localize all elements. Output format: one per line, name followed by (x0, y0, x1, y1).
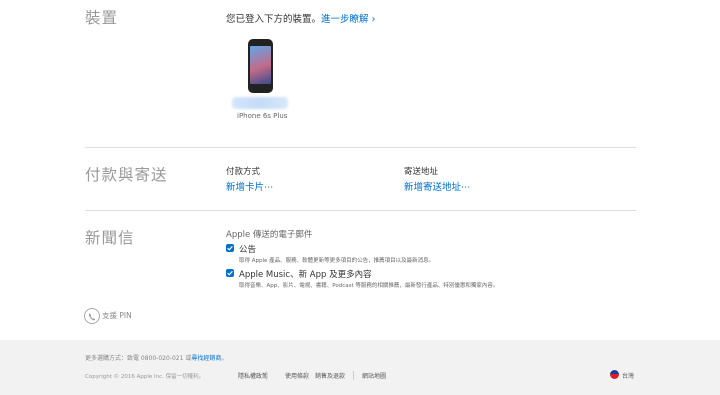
apple-music-desc: 取得音樂、App、影片、電視、書籍、Podcast 等服務的相關推薦，最新發行產… (239, 283, 499, 289)
chevron-right-icon: › (371, 14, 376, 25)
devices-intro: 您已登入下方的裝置。進一步瞭解 › (226, 11, 375, 25)
device-name-blurred (232, 97, 288, 109)
payment-method-label: 付款方式 (226, 167, 261, 177)
shipping-address-label: 寄送地址 (404, 167, 439, 177)
footer-link-privacy[interactable]: 隱私權政策 (238, 371, 268, 380)
find-reseller-link[interactable]: 尋找經銷商 (191, 355, 221, 362)
apple-music-checkbox[interactable] (226, 269, 234, 277)
footer-separator (353, 371, 354, 380)
device-model-label: iPhone 6s Plus (237, 112, 288, 120)
footer-separator (306, 371, 307, 380)
footer-copyright: Copyright © 2016 Apple Inc. 保留一切權利。 (85, 374, 205, 380)
taiwan-flag-icon[interactable] (610, 370, 619, 379)
newsletter-section-title: 新聞信 (85, 229, 135, 247)
devices-intro-text: 您已登入下方的裝置。 (226, 14, 322, 25)
add-address-link[interactable]: 新增寄送地址⋯ (404, 179, 471, 193)
announcements-desc: 取得 Apple 產品、服務、軟體更新等更多項目的公告，推薦項目以及最新消息。 (239, 258, 435, 264)
iphone-device-image[interactable] (248, 39, 273, 93)
support-pin-link[interactable]: 支援 PIN (102, 310, 132, 321)
footer-more-ways: 更多選購方式：致電 0800-020-021 或尋找經銷商。 (85, 355, 228, 362)
add-card-link[interactable]: 新增卡片⋯ (226, 179, 274, 193)
footer (0, 340, 720, 395)
newsletter-heading: Apple 傳送的電子郵件 (226, 230, 313, 240)
divider (85, 210, 636, 211)
devices-section-title: 裝置 (85, 9, 119, 27)
footer-link-sitemap[interactable]: 網站地圖 (362, 371, 386, 380)
divider (85, 147, 636, 148)
apple-music-label: Apple Music、新 App 及更多內容 (239, 270, 372, 280)
payment-section-title: 付款與寄送 (85, 166, 168, 184)
checkmark-icon (227, 270, 233, 276)
region-selector[interactable]: 台灣 (622, 371, 634, 380)
learn-more-link[interactable]: 進一步瞭解 › (321, 14, 375, 25)
footer-separator (266, 371, 267, 380)
announcements-checkbox[interactable] (226, 244, 234, 252)
checkmark-icon (227, 245, 233, 251)
phone-icon (84, 308, 100, 324)
announcements-label: 公告 (239, 245, 257, 255)
footer-link-sales[interactable]: 銷售及退款 (315, 371, 345, 380)
